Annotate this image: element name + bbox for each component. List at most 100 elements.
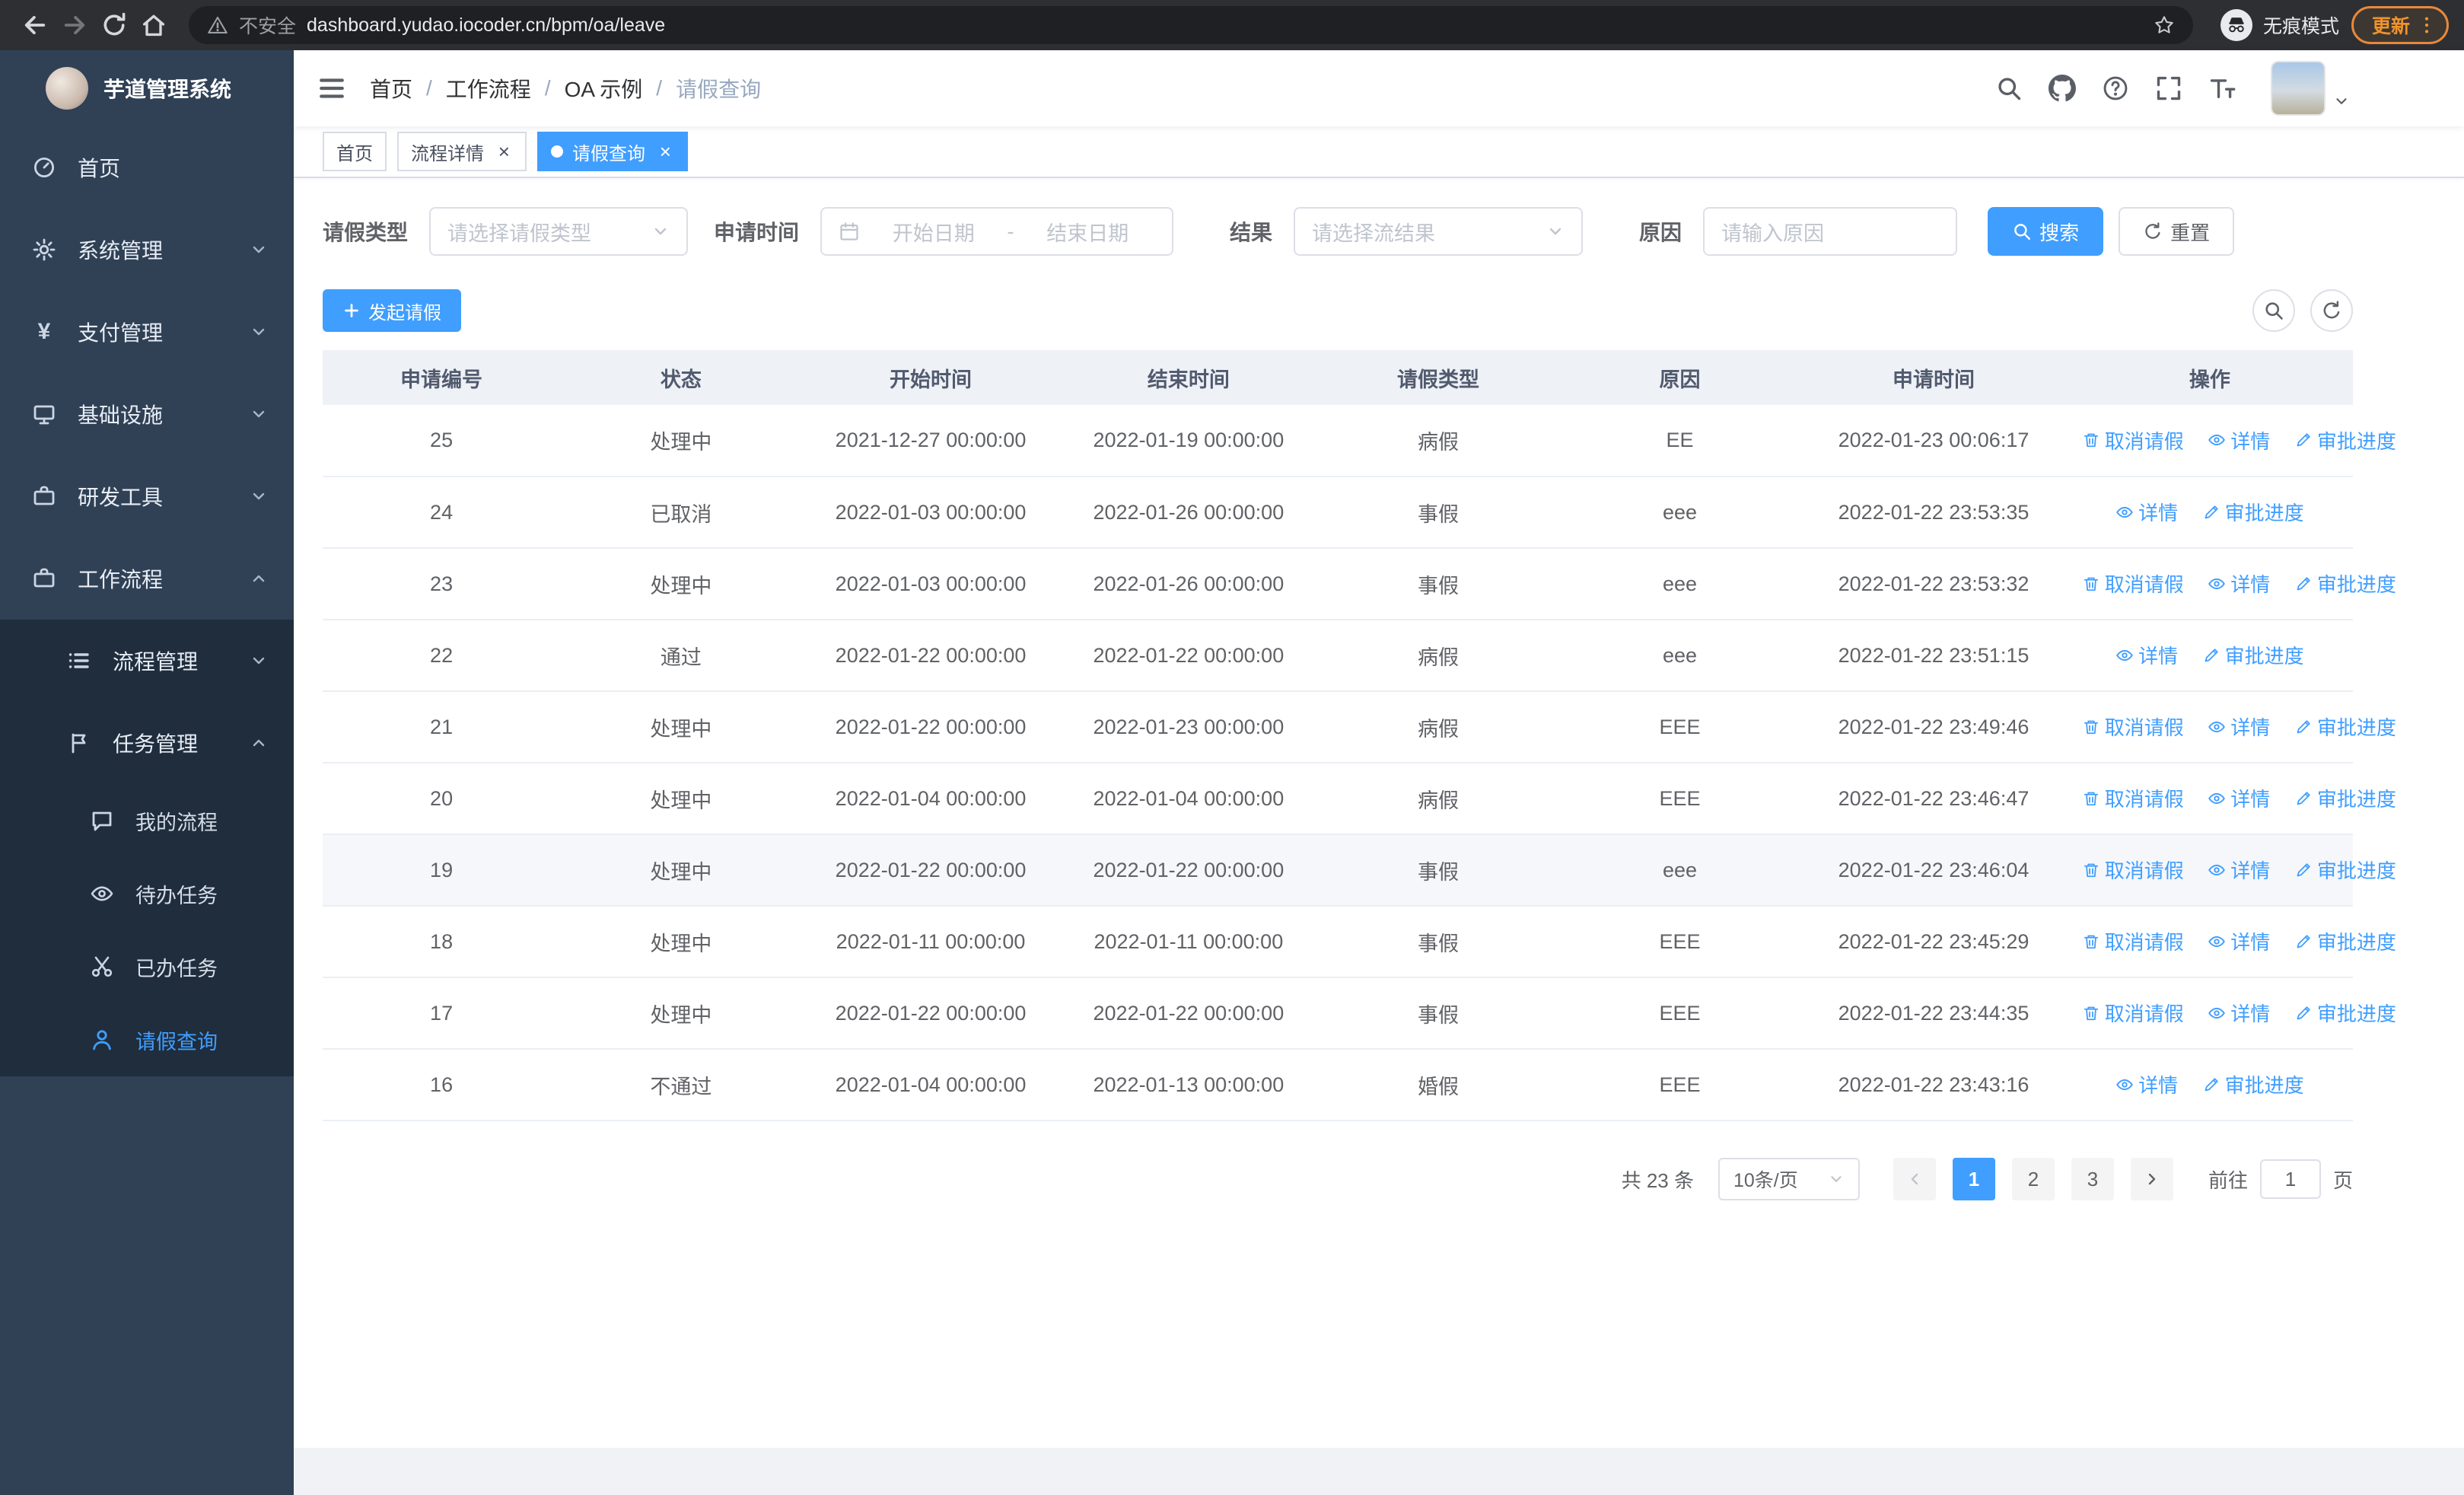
approval-progress-link[interactable]: 审批进度 <box>2294 927 2396 955</box>
close-icon[interactable]: × <box>656 140 674 163</box>
toggle-search-button[interactable] <box>2252 289 2295 332</box>
fullscreen-button[interactable] <box>2152 72 2185 105</box>
sidebar-item[interactable]: 系统管理 <box>0 209 294 291</box>
github-button[interactable] <box>2045 72 2079 105</box>
detail-link[interactable]: 详情 <box>2115 498 2178 526</box>
goto-page-input[interactable] <box>2259 1159 2321 1199</box>
browser-back-button[interactable] <box>15 5 55 45</box>
cancel-leave-link[interactable]: 取消请假 <box>2082 927 2184 955</box>
tab[interactable]: 流程详情 × <box>397 132 527 171</box>
address-bar[interactable]: 不安全 dashboard.yudao.iocoder.cn/bpm/oa/le… <box>189 6 2193 44</box>
approval-progress-link[interactable]: 审批进度 <box>2294 569 2396 598</box>
sidebar-item[interactable]: 待办任务 <box>0 857 294 930</box>
breadcrumb-item[interactable]: 请假查询 <box>676 73 761 104</box>
detail-link[interactable]: 详情 <box>2208 927 2270 955</box>
refresh-table-button[interactable] <box>2310 289 2353 332</box>
detail-link[interactable]: 详情 <box>2208 712 2270 741</box>
approval-progress-link[interactable]: 审批进度 <box>2202 498 2304 526</box>
browser-home-button[interactable] <box>134 5 173 45</box>
detail-link[interactable]: 详情 <box>2115 641 2178 669</box>
table-row[interactable]: 25 处理中 2021-12-27 00:00:00 2022-01-19 00… <box>323 405 2396 477</box>
cancel-leave-link[interactable]: 取消请假 <box>2082 569 2184 598</box>
cell-actions: 取消请假 详情 审批进度 <box>2066 834 2396 907</box>
page-number-button[interactable]: 1 <box>1952 1158 1995 1200</box>
reason-input[interactable]: 请输入原因 <box>1703 207 1958 256</box>
detail-link[interactable]: 详情 <box>2208 784 2270 812</box>
cancel-leave-link[interactable]: 取消请假 <box>2082 999 2184 1027</box>
prev-page-button[interactable] <box>1893 1158 1936 1200</box>
breadcrumb-item[interactable]: OA 示例 <box>565 73 643 104</box>
approval-progress-link[interactable]: 审批进度 <box>2294 999 2396 1027</box>
page-number-button[interactable]: 2 <box>2011 1158 2055 1200</box>
close-icon[interactable]: × <box>495 140 513 163</box>
detail-link[interactable]: 详情 <box>2208 426 2270 454</box>
approval-progress-link[interactable]: 审批进度 <box>2294 784 2396 812</box>
table-row[interactable]: 16 不通过 2022-01-04 00:00:00 2022-01-13 00… <box>323 1049 2353 1121</box>
bookmark-star-icon[interactable] <box>2154 14 2175 36</box>
not-secure-icon[interactable] <box>207 14 228 36</box>
browser-forward-button[interactable] <box>55 5 94 45</box>
cell-actions: 取消请假 详情 审批进度 <box>2066 906 2396 978</box>
tab[interactable]: 请假查询 × <box>537 132 688 171</box>
approval-progress-link[interactable]: 审批进度 <box>2202 641 2304 669</box>
leave-type-select[interactable]: 请选择请假类型 <box>429 207 689 256</box>
sidebar-item[interactable]: 我的流程 <box>0 784 294 857</box>
header-search-button[interactable] <box>1992 72 2026 105</box>
docs-help-button[interactable] <box>2099 72 2132 105</box>
sidebar-item[interactable]: 已办任务 <box>0 930 294 1003</box>
app-logo[interactable]: 芋道管理系统 <box>0 50 294 126</box>
approval-progress-link[interactable]: 审批进度 <box>2202 1070 2304 1098</box>
tab[interactable]: 首页 <box>323 132 387 171</box>
sidebar-item[interactable]: 首页 <box>0 126 294 209</box>
cancel-leave-link[interactable]: 取消请假 <box>2082 856 2184 884</box>
table-row[interactable]: 21 处理中 2022-01-22 00:00:00 2022-01-23 00… <box>323 691 2396 763</box>
hamburger-button[interactable] <box>317 73 347 104</box>
pagination-total: 共 23 条 <box>1621 1168 1694 1192</box>
sidebar-item[interactable]: 研发工具 <box>0 455 294 537</box>
cell-end-time: 2022-01-23 00:00:00 <box>1059 691 1318 763</box>
search-button[interactable]: 搜索 <box>1988 207 2104 256</box>
apply-time-range-picker[interactable]: 开始日期 - 结束日期 <box>820 207 1174 256</box>
cell-reason: EEE <box>1558 1049 1801 1121</box>
sidebar-item[interactable]: 工作流程 <box>0 537 294 620</box>
detail-link[interactable]: 详情 <box>2208 999 2270 1027</box>
approval-progress-link[interactable]: 审批进度 <box>2294 712 2396 741</box>
cell-start-time: 2022-01-03 00:00:00 <box>801 548 1060 620</box>
table-row[interactable]: 18 处理中 2022-01-11 00:00:00 2022-01-11 00… <box>323 906 2396 978</box>
breadcrumb-item[interactable]: 首页 <box>370 73 412 104</box>
page-number-button[interactable]: 3 <box>2071 1158 2114 1200</box>
sidebar-item[interactable]: 基础设施 <box>0 373 294 455</box>
page-size-select[interactable]: 10条/页 <box>1717 1158 1860 1200</box>
detail-link[interactable]: 详情 <box>2208 856 2270 884</box>
sidebar-item[interactable]: 任务管理 <box>0 702 294 784</box>
cancel-leave-link[interactable]: 取消请假 <box>2082 426 2184 454</box>
detail-link[interactable]: 详情 <box>2208 569 2270 598</box>
cancel-leave-link[interactable]: 取消请假 <box>2082 784 2184 812</box>
cancel-leave-link[interactable]: 取消请假 <box>2082 712 2184 741</box>
avatar[interactable] <box>2271 61 2326 116</box>
sidebar-item[interactable]: 流程管理 <box>0 620 294 702</box>
font-size-button[interactable] <box>2205 72 2239 105</box>
approval-progress-link[interactable]: 审批进度 <box>2294 426 2396 454</box>
table-row[interactable]: 22 通过 2022-01-22 00:00:00 2022-01-22 00:… <box>323 620 2353 692</box>
menu-dots-icon[interactable] <box>2416 14 2437 36</box>
next-page-button[interactable] <box>2130 1158 2173 1200</box>
table-row[interactable]: 17 处理中 2022-01-22 00:00:00 2022-01-22 00… <box>323 977 2396 1050</box>
create-leave-button[interactable]: 发起请假 <box>323 289 461 332</box>
user-menu[interactable] <box>2271 61 2350 116</box>
sidebar-item[interactable]: ¥ 支付管理 <box>0 291 294 373</box>
table-row[interactable]: 24 已取消 2022-01-03 00:00:00 2022-01-26 00… <box>323 477 2353 549</box>
browser-update-button[interactable]: 更新 <box>2351 6 2449 44</box>
detail-link[interactable]: 详情 <box>2115 1070 2178 1098</box>
eye-icon <box>2208 575 2226 593</box>
breadcrumb-item[interactable]: 工作流程 <box>446 73 531 104</box>
table-row[interactable]: 19 处理中 2022-01-22 00:00:00 2022-01-22 00… <box>323 834 2396 907</box>
table-row[interactable]: 20 处理中 2022-01-04 00:00:00 2022-01-04 00… <box>323 763 2396 835</box>
sidebar-item[interactable]: 请假查询 <box>0 1003 294 1076</box>
browser-reload-button[interactable] <box>94 5 134 45</box>
approval-progress-link[interactable]: 审批进度 <box>2294 856 2396 884</box>
result-select[interactable]: 请选择流结果 <box>1294 207 1584 256</box>
table-row[interactable]: 23 处理中 2022-01-03 00:00:00 2022-01-26 00… <box>323 548 2396 620</box>
refresh-icon <box>2143 222 2163 241</box>
reset-button[interactable]: 重置 <box>2119 207 2235 256</box>
